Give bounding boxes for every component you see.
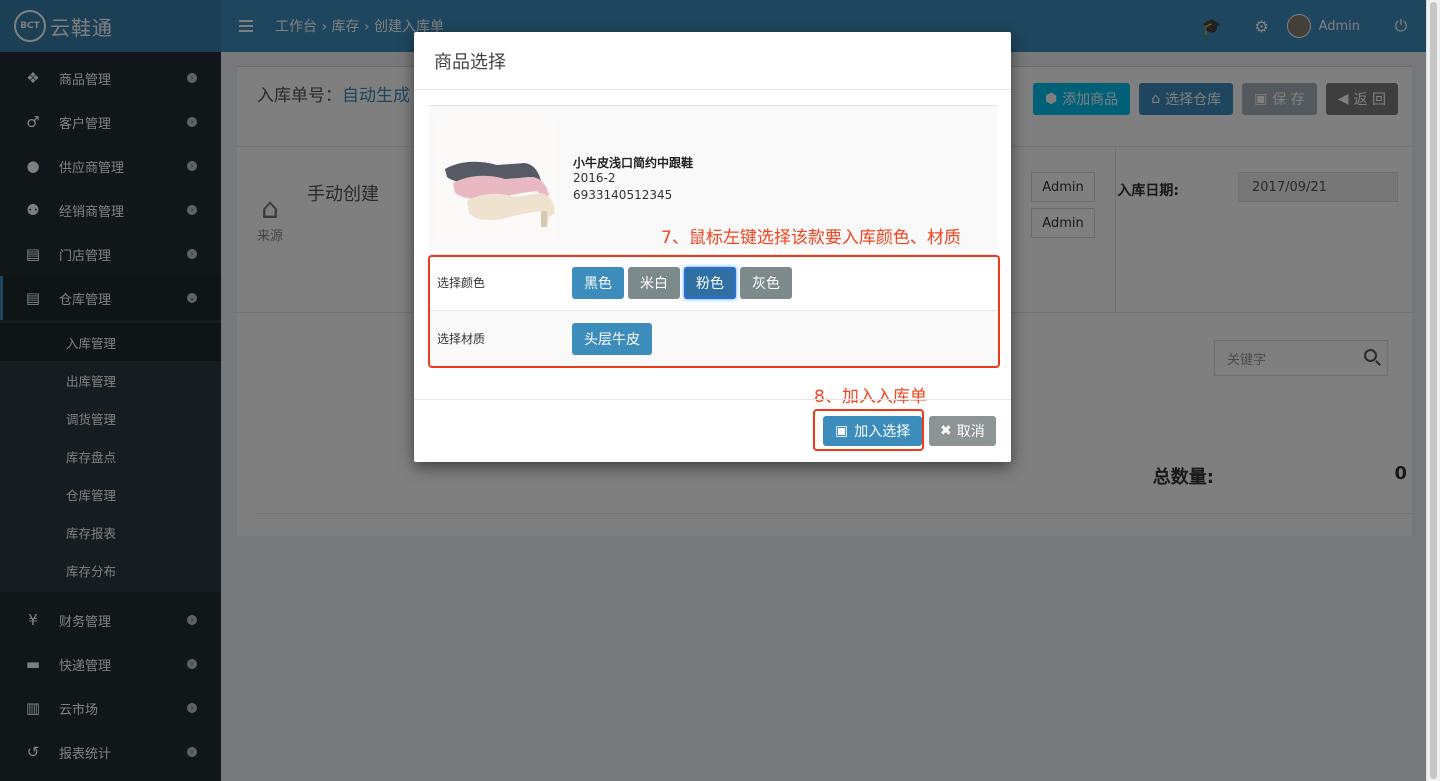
- modal-footer: [414, 399, 1011, 400]
- modal-title: 商品选择: [414, 32, 1011, 90]
- annotation-step-7: 7、鼠标左键选择该款要入库颜色、材质: [661, 228, 961, 248]
- scrollbar-thumb[interactable]: [1430, 2, 1437, 779]
- annotation-frame-options: [428, 255, 1000, 368]
- annotation-step-8: 8、加入入库单: [814, 387, 927, 407]
- cancel-label: 取消: [956, 424, 985, 440]
- page-scrollbar[interactable]: [1426, 0, 1440, 781]
- cancel-button[interactable]: ✖ 取消: [929, 416, 996, 446]
- close-icon: ✖: [940, 423, 952, 439]
- product-image: [437, 119, 557, 239]
- product-season: 2016-2: [573, 171, 616, 185]
- product-select-modal: 商品选择 小牛皮浅口简约中跟鞋 2016-2 6933140512345 7、鼠…: [414, 32, 1011, 462]
- product-name: 小牛皮浅口简约中跟鞋: [573, 156, 694, 170]
- annotation-frame-add-button: [813, 409, 924, 451]
- product-barcode: 6933140512345: [573, 188, 673, 202]
